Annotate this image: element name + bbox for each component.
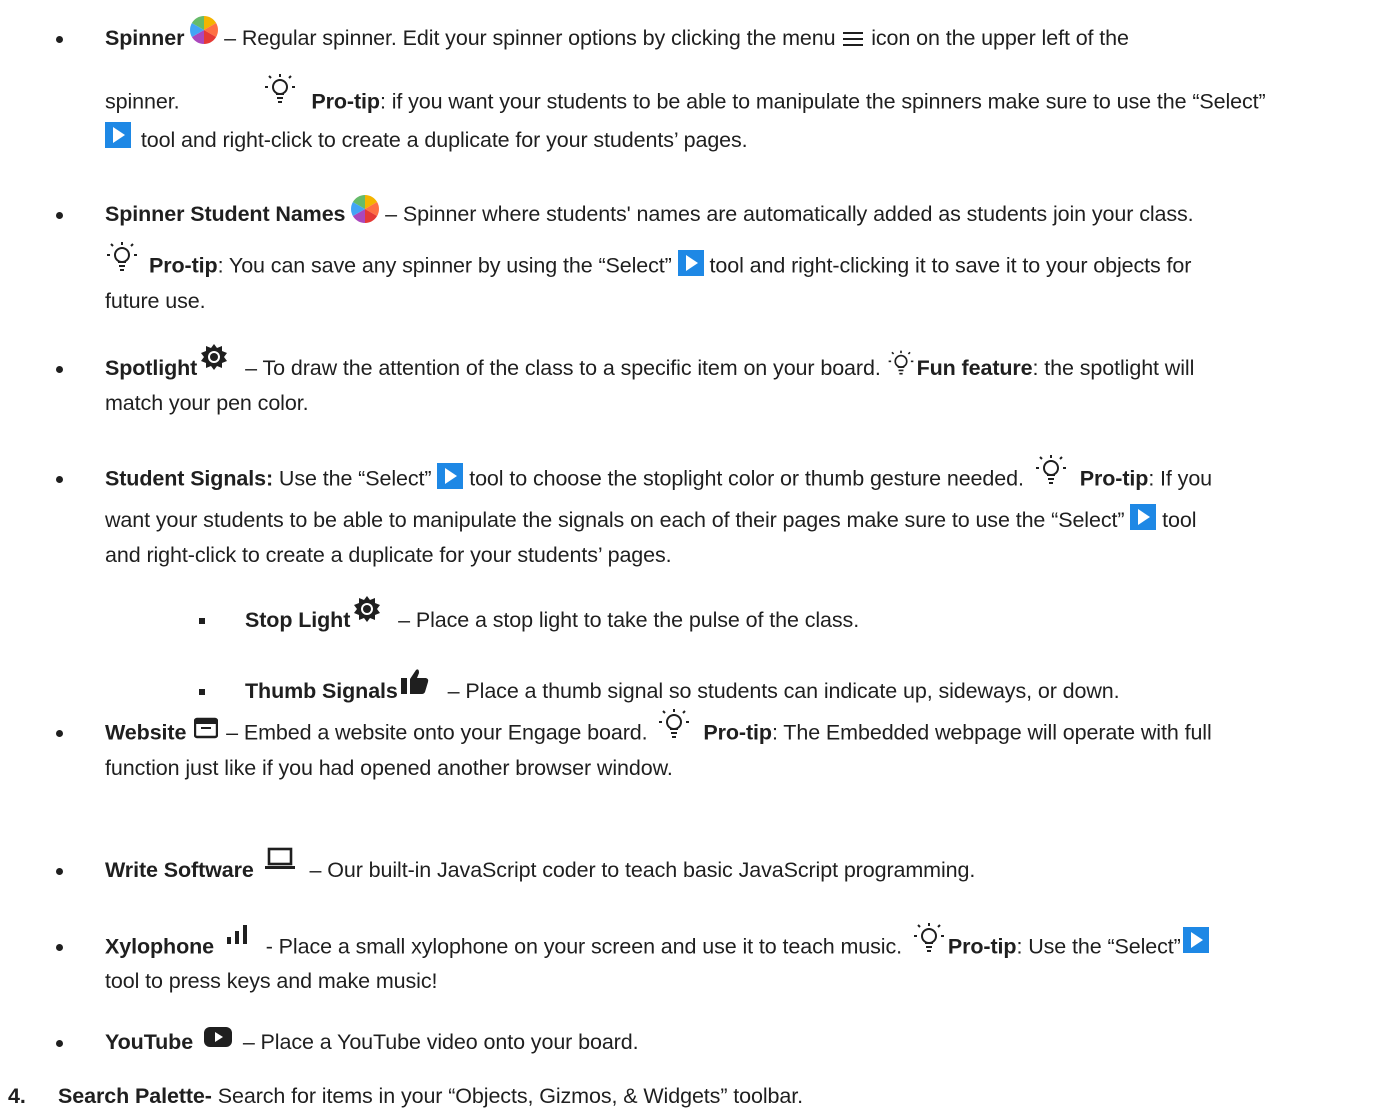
lightbulb-icon bbox=[887, 349, 915, 377]
lightbulb-icon bbox=[105, 240, 139, 274]
signals-desc-3: : If you bbox=[1148, 466, 1213, 491]
signals-line-1: Student Signals: Use the “Select” tool t… bbox=[105, 454, 1213, 497]
stoplight-desc: – Place a stop light to take the pulse o… bbox=[392, 608, 860, 632]
website-desc: – Embed a website onto your Engage board… bbox=[220, 720, 654, 745]
list-number: 4. bbox=[8, 1084, 26, 1108]
spinner-desc-3: spinner. bbox=[105, 89, 186, 114]
xylophone-desc-3: tool to press keys and make music! bbox=[105, 969, 438, 993]
pro-tip-label: Pro-tip bbox=[1079, 466, 1149, 491]
youtube-desc: – Place a YouTube video onto your board. bbox=[236, 1030, 639, 1054]
youtube-icon bbox=[203, 1026, 233, 1048]
spinner-names-line-3: future use. bbox=[105, 286, 206, 316]
pro-tip-label: Pro-tip bbox=[703, 720, 772, 745]
spinner-names-desc: – Spinner where students' names are auto… bbox=[379, 202, 1194, 226]
spinner-desc-2: icon on the upper left of the bbox=[865, 26, 1129, 50]
spinner-wheel-icon bbox=[190, 16, 219, 45]
spinner-names-line-2: Pro-tip: You can save any spinner by usi… bbox=[105, 241, 1192, 284]
website-desc-3: function just like if you had opened ano… bbox=[105, 756, 673, 780]
website-title: Website bbox=[105, 720, 187, 745]
write-software-desc: – Our built-in JavaScript coder to teach… bbox=[303, 858, 976, 882]
spotlight-line-2: match your pen color. bbox=[105, 388, 309, 418]
spinner-wheel-icon bbox=[351, 195, 380, 224]
select-tool-icon bbox=[1182, 927, 1209, 953]
bullet bbox=[56, 1027, 68, 1057]
search-palette-line: Search Palette- Search for items in your… bbox=[58, 1081, 803, 1111]
fun-feature-label: Fun feature bbox=[916, 356, 1033, 380]
signals-desc-2: tool to choose the stoplight color or th… bbox=[463, 466, 1030, 491]
spotlight-title: Spotlight bbox=[105, 356, 198, 380]
spotlight-icon bbox=[199, 342, 229, 372]
bullet bbox=[56, 463, 68, 493]
spinner-line-3: tool and right-click to create a duplica… bbox=[105, 122, 748, 155]
xylophone-desc: - Place a small xylophone on your screen… bbox=[259, 934, 908, 959]
spinner-desc-4: : if you want your students to be able t… bbox=[379, 89, 1266, 114]
bullet bbox=[56, 23, 68, 53]
website-line-2: function just like if you had opened ano… bbox=[105, 753, 673, 783]
spinner-names-desc-4: future use. bbox=[105, 289, 206, 313]
bullet bbox=[56, 717, 68, 747]
laptop-icon bbox=[264, 847, 296, 871]
pro-tip-label: Pro-tip bbox=[149, 253, 218, 278]
spinner-desc: – Regular spinner. Edit your spinner opt… bbox=[218, 26, 842, 50]
search-palette-title: Search Palette- bbox=[58, 1084, 212, 1108]
sub-bullet bbox=[199, 605, 209, 635]
menu-icon bbox=[841, 29, 865, 49]
spotlight-desc-3: match your pen color. bbox=[105, 391, 309, 415]
xylophone-line-2: tool to press keys and make music! bbox=[105, 966, 437, 996]
select-tool-icon bbox=[105, 122, 131, 149]
bullet bbox=[56, 199, 68, 229]
signals-line-2: want your students to be able to manipul… bbox=[105, 504, 1197, 535]
spinner-names-title: Spinner Student Names bbox=[105, 202, 346, 226]
thumb-desc: – Place a thumb signal so students can i… bbox=[441, 679, 1120, 703]
select-tool-icon bbox=[677, 250, 704, 276]
xylophone-line-1: Xylophone - Place a small xylophone on y… bbox=[105, 922, 1209, 965]
spinner-names-desc-3: tool and right-clicking it to save it to… bbox=[703, 253, 1192, 278]
bullet bbox=[56, 855, 68, 885]
write-software-title: Write Software bbox=[105, 858, 254, 882]
signals-title: Student Signals: bbox=[105, 466, 274, 491]
bullet bbox=[56, 353, 68, 383]
select-tool-icon bbox=[437, 463, 464, 489]
pro-tip-label: Pro-tip bbox=[311, 89, 380, 114]
stoplight-line: Stop Light – Place a stop light to take … bbox=[245, 596, 860, 636]
search-palette-desc: Search for items in your “Objects, Gizmo… bbox=[211, 1084, 803, 1108]
youtube-line: YouTube – Place a YouTube video onto you… bbox=[105, 1026, 639, 1057]
signals-desc-6: and right-click to create a duplicate fo… bbox=[105, 543, 672, 567]
spinner-names-desc-2: : You can save any spinner by using the … bbox=[217, 253, 678, 278]
lightbulb-icon bbox=[657, 707, 691, 741]
thumb-title: Thumb Signals bbox=[245, 679, 398, 703]
signals-line-3: and right-click to create a duplicate fo… bbox=[105, 540, 672, 570]
stoplight-icon bbox=[352, 594, 382, 624]
spinner-line-1: Spinner – Regular spinner. Edit your spi… bbox=[105, 16, 1129, 53]
lightbulb-icon bbox=[1034, 453, 1068, 487]
lightbulb-icon bbox=[263, 72, 297, 106]
lightbulb-icon bbox=[912, 921, 946, 955]
xylophone-desc-2: : Use the “Select” bbox=[1016, 934, 1181, 959]
signals-desc-5: tool bbox=[1156, 508, 1197, 532]
spinner-desc-5: tool and right-click to create a duplica… bbox=[135, 128, 748, 152]
sub-bullet bbox=[199, 676, 209, 706]
signals-desc-4: want your students to be able to manipul… bbox=[105, 508, 1131, 532]
spotlight-desc: – To draw the attention of the class to … bbox=[239, 356, 887, 380]
pro-tip-label: Pro-tip bbox=[947, 934, 1017, 959]
stoplight-title: Stop Light bbox=[245, 608, 351, 632]
bullet bbox=[56, 931, 68, 961]
write-software-line: Write Software – Our built-in JavaScript… bbox=[105, 848, 976, 885]
thumb-up-icon bbox=[400, 668, 430, 696]
thumb-line: Thumb Signals – Place a thumb signal so … bbox=[245, 669, 1120, 706]
spotlight-desc-2: : the spotlight will bbox=[1032, 356, 1195, 380]
xylophone-title: Xylophone bbox=[105, 934, 214, 959]
spinner-names-line-1: Spinner Student Names – Spinner where st… bbox=[105, 195, 1194, 229]
spinner-line-2: spinner. Pro-tip: if you want your stude… bbox=[105, 73, 1266, 120]
signals-desc: Use the “Select” bbox=[273, 466, 438, 491]
xylophone-icon bbox=[224, 923, 252, 949]
spinner-title: Spinner bbox=[105, 26, 185, 50]
youtube-title: YouTube bbox=[105, 1030, 194, 1054]
select-tool-icon bbox=[1130, 504, 1157, 531]
website-desc-2: : The Embedded webpage will operate with… bbox=[771, 720, 1212, 745]
web-window-icon bbox=[194, 717, 219, 739]
spotlight-line-1: Spotlight – To draw the attention of the… bbox=[105, 344, 1195, 384]
website-line-1: Website – Embed a website onto your Enga… bbox=[105, 708, 1212, 751]
